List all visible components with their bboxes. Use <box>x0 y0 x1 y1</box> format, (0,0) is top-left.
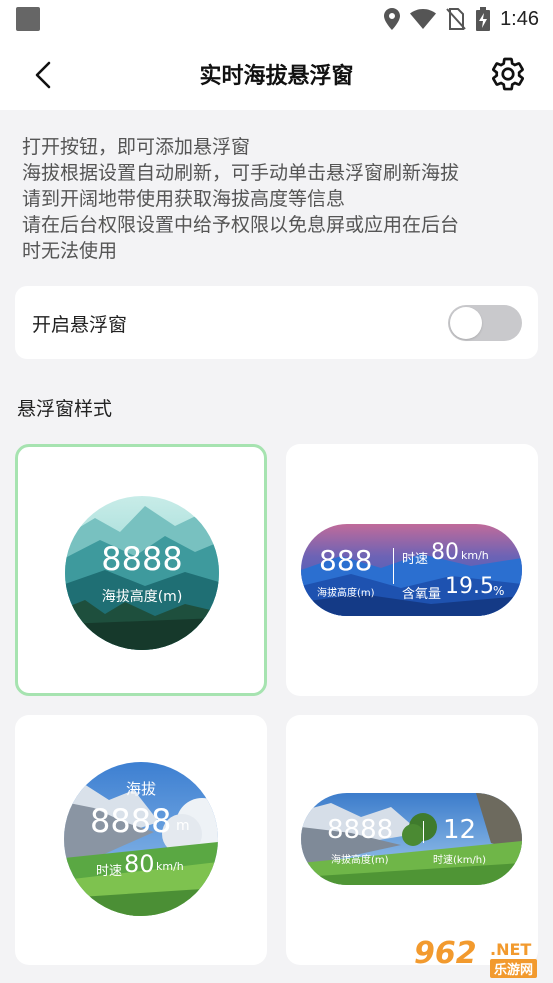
gear-icon <box>492 57 524 91</box>
style-card-pill-alps[interactable]: 8888 海拔高度(m) 12 时速(km/h) <box>286 715 538 965</box>
altitude-value: 8888 <box>327 815 394 845</box>
watermark-number: 962 <box>414 936 477 971</box>
toggle-label: 开启悬浮窗 <box>32 314 128 336</box>
status-time: 1:46 <box>500 7 539 30</box>
instructions: 打开按钮，即可添加悬浮窗 海拔根据设置自动刷新，可手动单击悬浮窗刷新海拔 请到开… <box>22 134 532 264</box>
page-title: 实时海拔悬浮窗 <box>199 64 354 89</box>
status-bar: 1:46 <box>0 0 553 38</box>
instruction-line: 请到开阔地带使用获取海拔高度等信息 <box>22 188 346 210</box>
style-card-circle[interactable]: 8888 海拔高度(m) <box>15 444 267 696</box>
wifi-icon <box>410 9 437 29</box>
floating-window-switch[interactable] <box>448 305 522 341</box>
style-card-pill-oxygen[interactable]: 888 海拔高度(m) 时速 80 km/h 含氧量 19.5 % <box>286 444 538 696</box>
circle-widget-preview: 8888 海拔高度(m) <box>65 496 219 650</box>
title-label: 海拔 <box>125 780 156 798</box>
instruction-line: 时无法使用 <box>22 240 118 262</box>
speed-value: 80 <box>124 850 155 878</box>
altitude-value: 8888 <box>90 802 172 840</box>
circle-alps-widget-preview: 海拔 8888 m 时速 80 km/h <box>64 762 218 916</box>
watermark-sub: 乐游网 <box>490 959 538 978</box>
no-sim-icon <box>446 8 466 30</box>
floating-window-toggle-card: 开启悬浮窗 <box>15 286 538 359</box>
speed-value: 12 <box>443 815 477 845</box>
pill-alps-widget-preview: 8888 海拔高度(m) 12 时速(km/h) <box>301 793 522 885</box>
pill-widget-preview: 888 海拔高度(m) 时速 80 km/h 含氧量 19.5 % <box>301 524 522 616</box>
settings-button[interactable] <box>489 55 527 93</box>
speed-label: 时速 <box>96 864 123 879</box>
watermark-domain: .NET <box>490 940 532 959</box>
speed-value: 80 <box>431 540 459 565</box>
status-icons: 1:46 <box>384 6 539 32</box>
switch-knob <box>450 307 482 339</box>
instruction-line: 请在后台权限设置中给予权限以免息屏或应用在后台 <box>22 214 460 236</box>
altitude-value: 888 <box>319 544 373 577</box>
speed-label: 时速(km/h) <box>433 855 487 866</box>
altitude-unit: m <box>176 818 190 834</box>
speed-label: 时速 <box>402 552 429 567</box>
oxygen-unit: % <box>493 584 505 598</box>
site-watermark: 962 .NET 乐游网 <box>414 936 549 980</box>
altitude-label: 海拔高度(m) <box>317 588 375 599</box>
oxygen-value: 19.5 <box>445 574 494 599</box>
altitude-value: 8888 <box>101 540 183 578</box>
oxygen-label: 含氧量 <box>402 587 442 602</box>
altitude-label: 海拔高度(m) <box>331 855 389 866</box>
app-header: 实时海拔悬浮窗 <box>0 38 553 110</box>
divider <box>423 821 424 843</box>
altitude-label: 海拔高度(m) <box>101 589 183 605</box>
style-card-circle-alps[interactable]: 海拔 8888 m 时速 80 km/h <box>15 715 267 965</box>
speed-unit: km/h <box>461 549 489 562</box>
instruction-line: 打开按钮，即可添加悬浮窗 <box>22 136 251 158</box>
app-icon <box>16 7 40 31</box>
battery-charging-icon <box>476 7 491 31</box>
speed-unit: km/h <box>156 860 184 873</box>
divider <box>393 548 394 584</box>
location-icon <box>384 8 401 30</box>
instruction-line: 海拔根据设置自动刷新，可手动单击悬浮窗刷新海拔 <box>22 162 460 184</box>
styles-section-title: 悬浮窗样式 <box>17 398 113 420</box>
